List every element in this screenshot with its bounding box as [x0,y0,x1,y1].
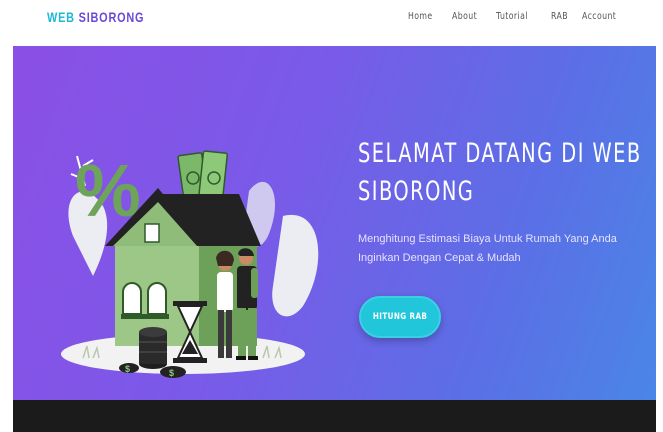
nav-about[interactable]: About [452,11,477,22]
svg-text:$: $ [169,368,174,378]
house-finance-illustration: % $ $ [61,149,319,378]
nav-account[interactable]: Account [582,11,616,22]
hitung-rab-label: HITUNG RAB [372,312,428,322]
nav-rab[interactable]: RAB [551,11,568,22]
brand-word-siborong: SIBORONG [78,9,145,25]
site-header: WEB SIBORONG Home About Tutorial RAB Acc… [0,0,663,44]
nav-tutorial[interactable]: Tutorial [496,11,528,22]
brand-word-web: WEB [47,9,75,25]
hero-section: % $ $ SELAMAT DATANG DI WEB SIBORONG Men… [13,46,656,400]
brand-logo[interactable]: WEB SIBORONG [47,9,144,25]
svg-text:$: $ [125,364,130,374]
hero-subtitle: Menghitung Estimasi Biaya Untuk Rumah Ya… [358,230,648,268]
hero-title: SELAMAT DATANG DI WEB SIBORONG [358,135,642,211]
hitung-rab-button[interactable]: HITUNG RAB [359,296,441,338]
dark-section-band [13,400,656,432]
hero-subtitle-line-2: Inginkan Dengan Cepat & Mudah [358,252,521,264]
nav-home[interactable]: Home [408,11,433,22]
leaf-right-icon [272,214,319,317]
hero-subtitle-line-1: Menghitung Estimasi Biaya Untuk Rumah Ya… [358,233,617,245]
hero-title-line-1: SELAMAT DATANG DI WEB [358,138,642,169]
hero-title-line-2: SIBORONG [358,176,475,207]
